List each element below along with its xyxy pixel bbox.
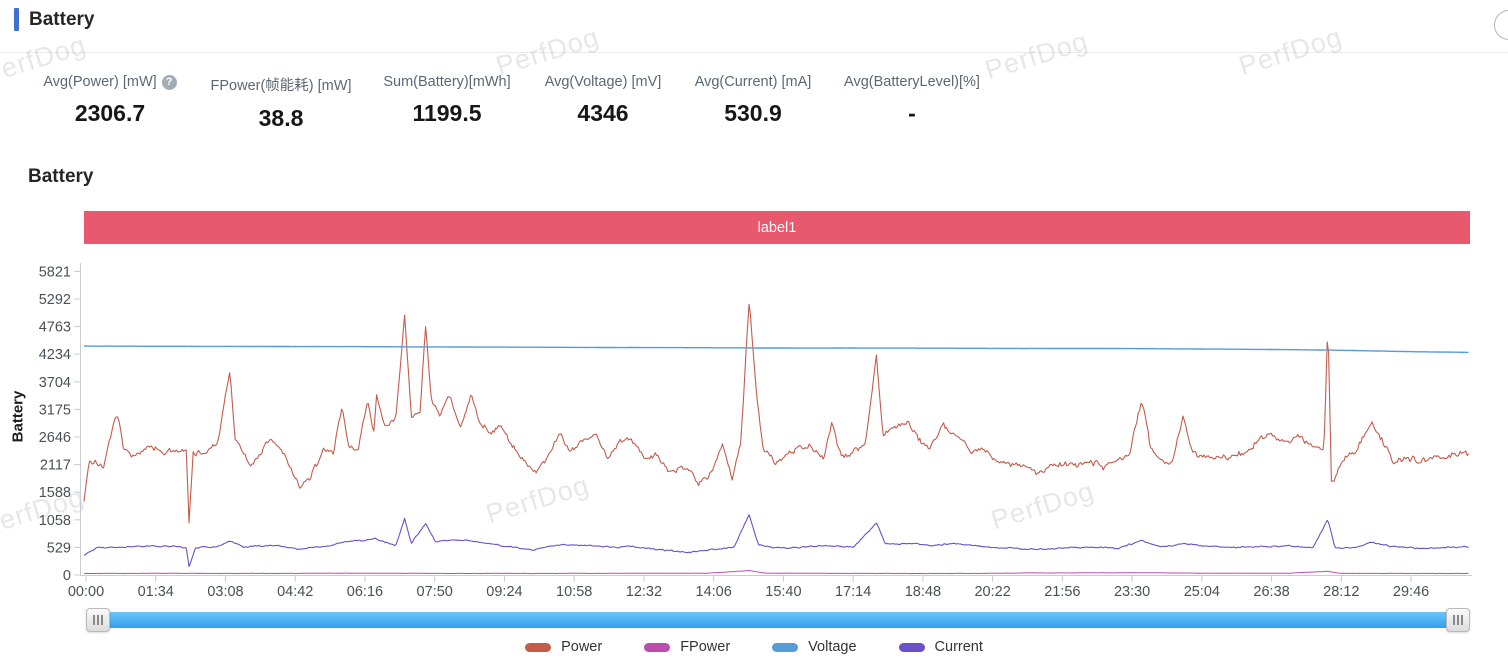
series-line-current	[83, 514, 1469, 568]
stat-value: 1199.5	[412, 100, 482, 126]
y-tick-label: 4763	[39, 320, 71, 336]
x-tick-label: 25:04	[1184, 584, 1220, 600]
scrollbar-left-handle[interactable]	[86, 608, 110, 632]
perfdog-watermark: PerfDog	[981, 25, 1092, 86]
x-tick-label: 28:12	[1323, 584, 1359, 600]
stat-value: -	[908, 100, 916, 126]
stat-label: Avg(Power) [mW] ?	[22, 74, 198, 90]
x-tick-label: 10:58	[556, 584, 592, 600]
y-tick-label: 1058	[39, 513, 71, 529]
scrollbar-fill[interactable]	[96, 612, 1460, 628]
stat-avg-power: Avg(Power) [mW] ? 2306.7	[22, 74, 198, 127]
x-tick-label: 14:06	[696, 584, 732, 600]
header-divider	[0, 52, 1508, 53]
y-tick-label: 3175	[39, 402, 71, 418]
y-tick-label: 2117	[40, 458, 71, 474]
x-tick-label: 18:48	[905, 584, 941, 600]
title-accent-bar	[14, 8, 19, 31]
stat-fpower: FPower(帧能耗) [mW] 38.8	[198, 74, 364, 132]
stat-label-text: FPower(帧能耗) [mW]	[210, 78, 352, 94]
x-tick-label: 17:14	[835, 584, 871, 600]
stat-label-text: Avg(Current) [mA]	[694, 74, 812, 90]
stat-label-text: Sum(Battery)[mWh]	[383, 74, 511, 90]
legend-item-fpower[interactable]: FPower	[644, 639, 730, 655]
chart-legend: Power FPower Voltage Current	[0, 639, 1508, 655]
x-tick-label: 15:40	[765, 584, 801, 600]
stat-avg-voltage: Avg(Voltage) [mV] 4346	[528, 74, 678, 127]
x-tick-label: 04:42	[277, 584, 313, 600]
legend-item-power[interactable]: Power	[525, 639, 602, 655]
legend-item-voltage[interactable]: Voltage	[772, 639, 857, 655]
stat-label-text: Avg(Power) [mW]	[43, 74, 157, 90]
x-tick-label: 23:30	[1114, 584, 1150, 600]
chart-range-scrollbar[interactable]	[86, 608, 1470, 632]
x-tick-label: 07:50	[417, 584, 453, 600]
partial-circle-icon[interactable]	[1494, 10, 1508, 40]
battery-chart-plot[interactable]: 0 529 1058 1588 2117 2646 3175 3704 4234 4763 5292…	[0, 255, 1508, 605]
x-tick-label: 09:24	[486, 584, 522, 600]
legend-label: FPower	[680, 639, 731, 655]
stat-value: 2306.7	[74, 100, 146, 126]
page-title: Battery	[29, 8, 95, 30]
series-line-fpower	[83, 570, 1469, 575]
legend-swatch-current-icon	[898, 642, 925, 652]
y-tick-label: 1588	[39, 485, 71, 501]
legend-label: Current	[934, 639, 983, 655]
stat-value: 4346	[577, 100, 629, 126]
scrollbar-right-handle[interactable]	[1446, 608, 1470, 632]
x-tick-label: 12:32	[626, 584, 662, 600]
x-tick-label: 29:46	[1393, 584, 1429, 600]
label1-banner-text: label1	[757, 219, 797, 236]
y-tick-label: 2646	[39, 430, 71, 446]
label1-banner: label1	[84, 211, 1470, 244]
stat-label-text: Avg(BatteryLevel)[%]	[844, 74, 980, 90]
section-title: Battery	[28, 166, 94, 187]
x-tick-label: 26:38	[1253, 584, 1289, 600]
legend-label: Power	[561, 639, 603, 655]
x-tick-label: 20:22	[974, 584, 1010, 600]
stat-sum-battery: Sum(Battery)[mWh] 1199.5	[372, 74, 522, 127]
legend-swatch-fpower-icon	[644, 642, 671, 652]
series-line-power	[83, 303, 1470, 524]
stat-label-text: Avg(Voltage) [mV]	[544, 74, 662, 90]
legend-item-current[interactable]: Current	[898, 639, 983, 655]
legend-swatch-voltage-icon	[772, 642, 799, 652]
y-tick-label: 5292	[39, 292, 71, 308]
page-header: Battery	[14, 8, 94, 31]
series-line-voltage	[84, 345, 1469, 354]
stat-avg-batterylevel: Avg(BatteryLevel)[%] -	[830, 74, 994, 127]
stat-avg-current: Avg(Current) [mA] 530.9	[678, 74, 828, 127]
legend-swatch-power-icon	[525, 642, 552, 652]
x-tick-label: 06:16	[347, 584, 383, 600]
x-tick-label: 21:56	[1044, 584, 1080, 600]
stat-value: 530.9	[724, 100, 782, 126]
y-tick-label: 529	[47, 540, 71, 556]
x-tick-label: 00:00	[68, 584, 104, 600]
legend-label: Voltage	[808, 639, 857, 655]
stat-value: 38.8	[258, 105, 304, 131]
y-tick-label: 4234	[39, 347, 71, 363]
y-tick-label: 0	[63, 568, 71, 584]
y-tick-label: 3704	[39, 375, 71, 391]
y-tick-label: 5821	[39, 264, 71, 280]
x-tick-label: 01:34	[138, 584, 174, 600]
x-tick-label: 03:08	[207, 584, 243, 600]
help-icon[interactable]: ?	[161, 74, 177, 90]
